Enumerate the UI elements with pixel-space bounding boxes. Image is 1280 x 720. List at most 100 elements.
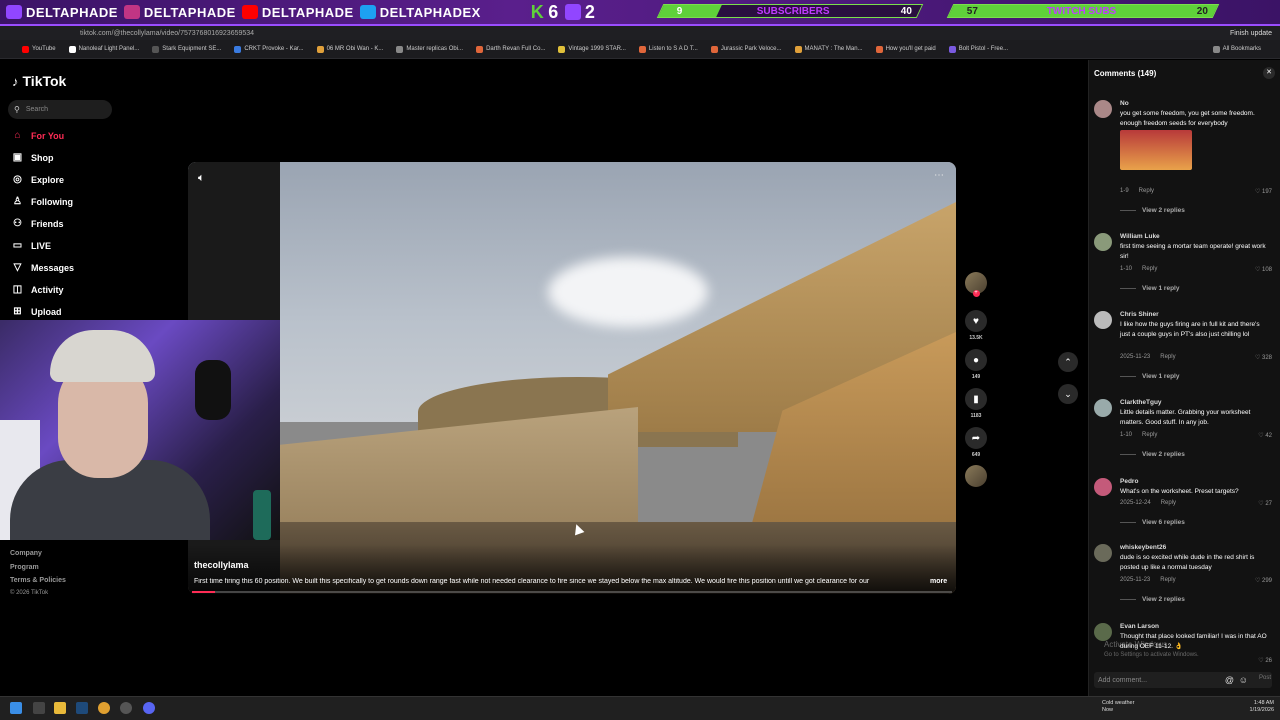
instagram-icon [123, 5, 140, 19]
previous-video-button[interactable]: ⌃ [1058, 352, 1078, 372]
webcam-cap [50, 330, 155, 382]
volume-icon[interactable]: 🔈︎ [198, 172, 205, 185]
next-video-button[interactable]: ⌄ [1058, 384, 1078, 404]
comment-like[interactable]: ♡ 328 [1255, 354, 1272, 361]
bookmark-item[interactable]: CRKT Provoke - Kar... [234, 45, 304, 53]
comment-like[interactable]: ♡ 108 [1255, 266, 1272, 273]
view-replies-button[interactable]: View 2 replies [1120, 207, 1185, 214]
reply-button[interactable]: Reply [1161, 500, 1176, 506]
footer-company[interactable]: Company [10, 550, 42, 557]
footer-copyright: © 2026 TikTok [10, 590, 49, 596]
bookmark-item[interactable]: Jurassic Park Veloce... [710, 45, 782, 53]
comment-button[interactable]: ● 149 [964, 349, 988, 380]
heart-icon: ♡ [1254, 189, 1262, 195]
all-bookmarks-button[interactable]: All Bookmarks [1212, 45, 1261, 53]
comment-like[interactable]: ♡ 197 [1255, 188, 1272, 195]
bookmark-item[interactable]: Master replicas Obi... [396, 45, 463, 53]
reply-button[interactable]: Reply [1142, 266, 1157, 272]
nav-shop[interactable]: ▣ Shop [12, 152, 54, 163]
like-button[interactable]: ♥ 13.5K [964, 310, 988, 341]
bookmark-icon [396, 45, 404, 53]
caption-more-button[interactable]: more [930, 578, 947, 585]
finish-update-button[interactable]: Finish update [1230, 30, 1272, 37]
bookmark-item[interactable]: MANATY : The Man... [794, 45, 863, 53]
avatar[interactable] [1094, 478, 1112, 496]
discord-icon[interactable] [143, 702, 155, 714]
bookmark-icon [68, 45, 76, 53]
emoji-icon[interactable]: ☺ [1239, 675, 1248, 685]
windows-start-icon[interactable] [10, 702, 22, 714]
reply-button[interactable]: Reply [1142, 432, 1157, 438]
subscribers-goal-fill [658, 5, 722, 17]
video-bottom-gradient [188, 544, 956, 594]
bookmark-item[interactable]: Stark Equipment SE... [152, 45, 221, 53]
address-bar[interactable]: tiktok.com/@thecollylama/video/757376801… [0, 26, 1280, 40]
save-button[interactable]: ▮ 1183 [964, 388, 988, 419]
share-button[interactable]: ➦ 649 [964, 427, 988, 458]
youtube-icon [22, 45, 29, 53]
music-disc-icon [965, 465, 987, 487]
bookmark-item[interactable]: Bolt Pistol - Free... [948, 45, 1008, 53]
more-options-icon[interactable]: ⋯ [934, 170, 944, 181]
bookmarks-bar: YouTube Nanoleaf Light Panel... Stark Eq… [0, 40, 1280, 59]
bookmark-item[interactable]: Listen to S A D T... [638, 45, 698, 53]
reply-button[interactable]: Reply [1160, 354, 1175, 360]
chrome-icon[interactable] [98, 702, 110, 714]
view-replies-button[interactable]: View 1 reply [1120, 373, 1179, 380]
nav-following[interactable]: ♙ Following [12, 196, 73, 207]
view-replies-button[interactable]: View 1 reply [1120, 285, 1179, 292]
follow-plus-icon[interactable]: + [972, 290, 980, 297]
view-replies-button[interactable]: View 2 replies [1120, 451, 1185, 458]
bookmark-item[interactable]: How you'll get paid [875, 45, 936, 53]
bookmark-item[interactable]: 06 MR Obi Wan - K... [316, 45, 383, 53]
search-input[interactable]: ⚲ Search [8, 100, 112, 119]
comment-like[interactable]: ♡ 42 [1258, 432, 1272, 439]
avatar[interactable] [1094, 311, 1112, 329]
video-author[interactable]: thecollylama [194, 560, 249, 570]
avatar[interactable] [1094, 100, 1112, 118]
avatar[interactable] [1094, 233, 1112, 251]
creator-avatar[interactable]: + [964, 272, 988, 297]
comment-gif[interactable] [1120, 130, 1192, 170]
nav-friends[interactable]: ⚇ Friends [12, 218, 64, 229]
bookmark-item[interactable]: YouTube [22, 45, 56, 53]
reply-button[interactable]: Reply [1139, 188, 1154, 194]
avatar[interactable] [1094, 544, 1112, 562]
comment-like[interactable]: ♡ 27 [1258, 500, 1272, 507]
video-progress-bar[interactable] [192, 591, 952, 593]
close-icon[interactable]: ✕ [1263, 67, 1275, 79]
reply-button[interactable]: Reply [1160, 577, 1175, 583]
bookmark-icon: ▮ [965, 388, 987, 410]
footer-program[interactable]: Program [10, 564, 39, 571]
app-icon[interactable] [120, 702, 132, 714]
nav-messages[interactable]: ▽ Messages [12, 262, 74, 273]
sound-avatar[interactable] [964, 465, 988, 487]
comment-like[interactable]: ♡ 299 [1255, 577, 1272, 584]
nav-explore[interactable]: ◎ Explore [12, 174, 64, 185]
avatar[interactable] [1094, 399, 1112, 417]
avatar[interactable] [1094, 623, 1112, 641]
mention-icon[interactable]: @ [1225, 675, 1234, 685]
tiktok-logo[interactable]: ♪ TikTok [12, 73, 66, 89]
footer-terms[interactable]: Terms & Policies [10, 577, 66, 584]
comment-like[interactable]: ♡ 26 [1258, 657, 1272, 664]
steam-icon[interactable] [76, 702, 88, 714]
bookmark-icon [948, 45, 956, 53]
social-twitch: DELTAPHADE [6, 5, 118, 20]
nav-upload[interactable]: ⊞ Upload [12, 306, 61, 317]
weather-widget[interactable]: Cold weather Now [1102, 700, 1134, 714]
nav-live[interactable]: ▭ LIVE [12, 240, 51, 251]
url-text[interactable]: tiktok.com/@thecollylama/video/757376801… [80, 30, 254, 37]
nav-for-you[interactable]: ⌂ For You [12, 130, 64, 141]
nav-activity[interactable]: ◫ Activity [12, 284, 64, 295]
view-replies-button[interactable]: View 6 replies [1120, 519, 1185, 526]
view-replies-button[interactable]: View 2 replies [1120, 596, 1185, 603]
bookmark-item[interactable]: Darth Revan Full Co... [476, 45, 545, 53]
file-explorer-icon[interactable] [54, 702, 66, 714]
bookmark-item[interactable]: Nanoleaf Light Panel... [68, 45, 139, 53]
post-button[interactable]: Post [1259, 675, 1271, 681]
task-view-icon[interactable] [33, 702, 45, 714]
bookmark-item[interactable]: Vintage 1999 STAR... [558, 45, 626, 53]
system-clock[interactable]: 1:48 AM 1/19/2026 [1240, 700, 1274, 714]
add-comment-input[interactable]: Add comment... @ ☺ [1094, 672, 1272, 688]
